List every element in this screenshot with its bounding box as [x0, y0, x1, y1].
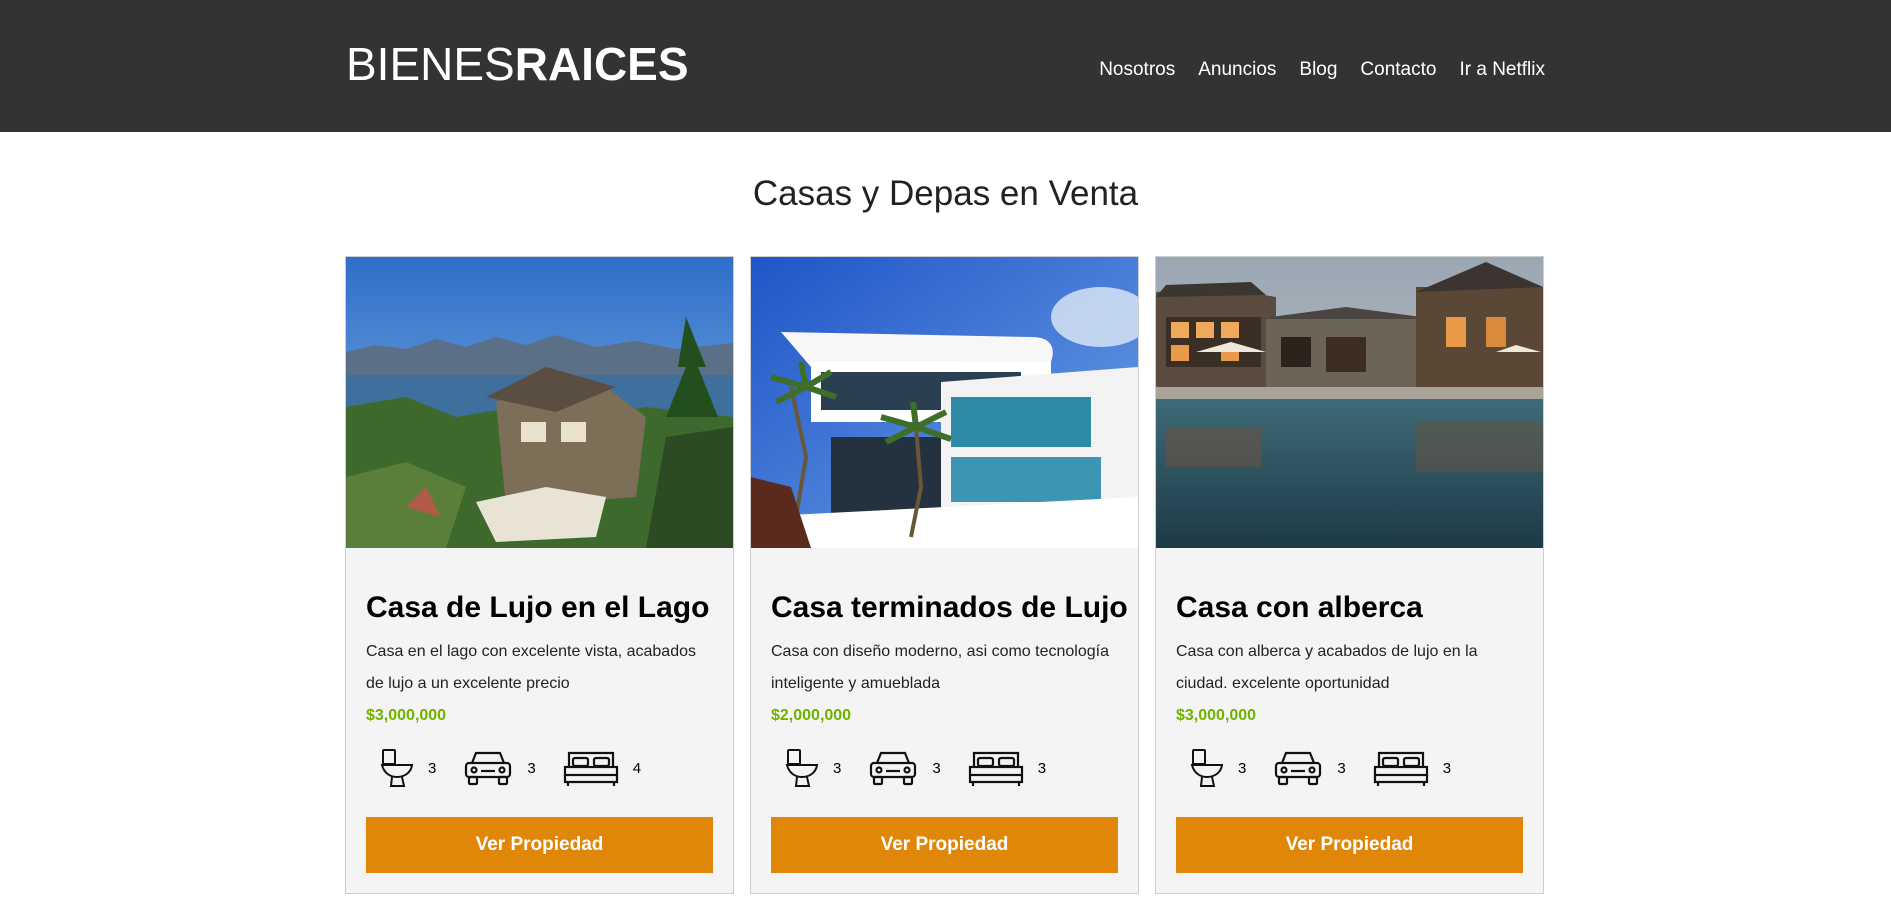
nav-link-netflix[interactable]: Ir a Netflix — [1459, 56, 1545, 84]
feature-baths: 3 — [785, 748, 841, 788]
site-header: BIENESRAICES Nosotros Anuncios Blog Cont… — [0, 0, 1891, 132]
rooms-count: 3 — [1442, 759, 1452, 777]
bed-icon — [968, 749, 1024, 787]
card-description: Casa con alberca y acabados de lujo en l… — [1176, 643, 1478, 692]
baths-count: 3 — [833, 759, 842, 777]
card-description: Casa con diseño moderno, asi como tecnol… — [771, 643, 1109, 692]
card-price: $3,000,000 — [1176, 707, 1257, 724]
card-price: $2,000,000 — [771, 707, 852, 724]
nav-link-anuncios[interactable]: Anuncios — [1198, 56, 1276, 84]
property-card: Casa terminados de Lujo Casa con diseño … — [750, 256, 1139, 894]
rooms-count: 3 — [1037, 759, 1047, 777]
toilet-icon — [380, 748, 414, 788]
feature-parking: 3 — [1273, 749, 1346, 787]
feature-baths: 3 — [1190, 748, 1246, 788]
site-logo[interactable]: BIENESRAICES — [346, 36, 689, 92]
toilet-icon — [785, 748, 819, 788]
pool-house-photo — [1156, 257, 1543, 548]
property-card: Casa con alberca Casa con alberca y acab… — [1155, 256, 1544, 894]
card-body: Casa terminados de Lujo Casa con diseño … — [771, 588, 1128, 732]
card-features: 3 3 4 — [380, 748, 641, 788]
car-icon — [868, 749, 918, 787]
car-icon — [1273, 749, 1323, 787]
card-features: 3 3 3 — [785, 748, 1046, 788]
feature-rooms: 3 — [1373, 749, 1451, 787]
bed-icon — [1373, 749, 1429, 787]
card-title: Casa con alberca — [1176, 591, 1423, 624]
parking-count: 3 — [1337, 759, 1346, 777]
feature-rooms: 4 — [563, 749, 641, 787]
toilet-icon — [1190, 748, 1224, 788]
view-property-button[interactable]: Ver Propiedad — [1176, 817, 1523, 873]
view-property-button[interactable]: Ver Propiedad — [771, 817, 1118, 873]
card-body: Casa de Lujo en el Lago Casa en el lago … — [366, 588, 713, 732]
section-title: Casas y Depas en Venta — [752, 174, 1139, 213]
bed-icon — [563, 749, 619, 787]
nav-link-blog[interactable]: Blog — [1299, 56, 1337, 84]
modern-house-photo — [751, 257, 1138, 548]
card-features: 3 3 3 — [1190, 748, 1451, 788]
feature-parking: 3 — [868, 749, 941, 787]
card-price: $3,000,000 — [366, 707, 447, 724]
nav-link-contacto[interactable]: Contacto — [1360, 56, 1436, 84]
card-title: Casa terminados de Lujo — [771, 591, 1128, 624]
baths-count: 3 — [428, 759, 437, 777]
parking-count: 3 — [527, 759, 536, 777]
feature-baths: 3 — [380, 748, 436, 788]
logo-light-text: BIENES — [346, 38, 515, 90]
card-description: Casa en el lago con excelente vista, aca… — [366, 643, 696, 692]
main-nav: Nosotros Anuncios Blog Contacto Ir a Net… — [1099, 56, 1545, 84]
feature-rooms: 3 — [968, 749, 1046, 787]
logo-bold-text: RAICES — [514, 38, 689, 90]
card-body: Casa con alberca Casa con alberca y acab… — [1176, 588, 1523, 732]
parking-count: 3 — [932, 759, 941, 777]
rooms-count: 4 — [632, 759, 642, 777]
lake-house-photo — [346, 257, 733, 548]
nav-link-nosotros[interactable]: Nosotros — [1099, 56, 1175, 84]
baths-count: 3 — [1238, 759, 1247, 777]
feature-parking: 3 — [463, 749, 536, 787]
card-title: Casa de Lujo en el Lago — [366, 591, 710, 624]
view-property-button[interactable]: Ver Propiedad — [366, 817, 713, 873]
car-icon — [463, 749, 513, 787]
property-card: Casa de Lujo en el Lago Casa en el lago … — [345, 256, 734, 894]
